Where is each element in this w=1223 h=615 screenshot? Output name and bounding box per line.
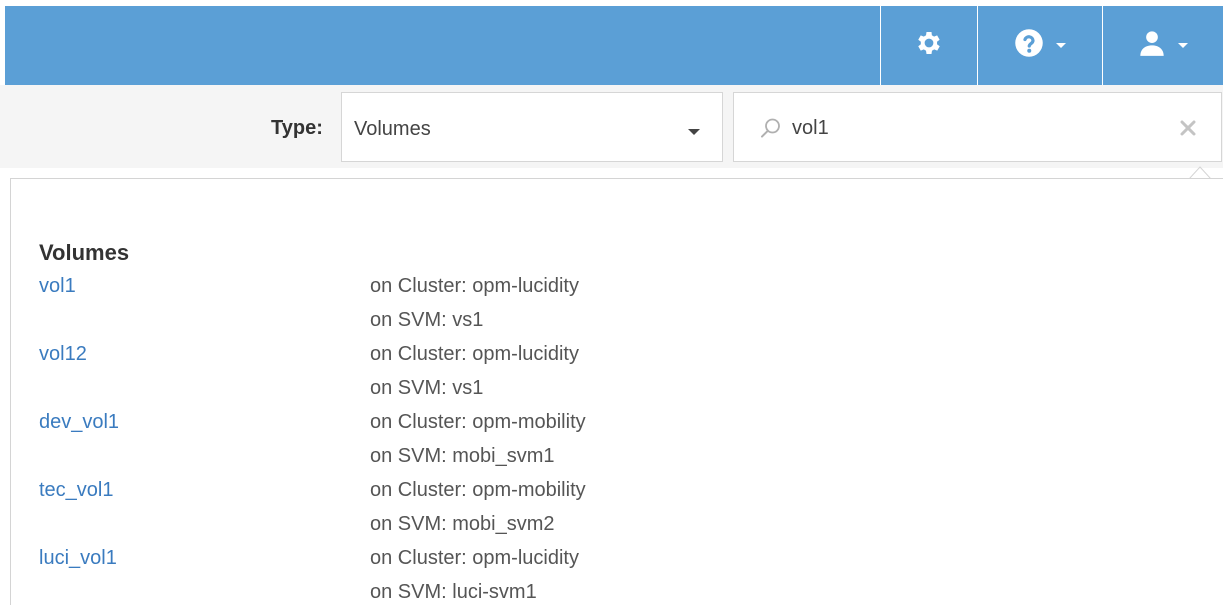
volume-link[interactable]: vol1	[39, 275, 76, 298]
results-section-title: Volumes	[39, 240, 130, 265]
cluster-text: on Cluster: opm-mobility	[370, 411, 586, 433]
results-list: vol1 on Cluster: opm-lucidity on SVM: vs…	[39, 275, 939, 615]
search-input[interactable]	[792, 113, 1152, 143]
search-filter-bar: Type: Volumes	[0, 85, 1223, 168]
chevron-down-icon	[1056, 43, 1066, 48]
list-item: tec_vol1 on Cluster: opm-mobility on SVM…	[39, 479, 939, 547]
svm-text: on SVM: mobi_svm1	[370, 445, 555, 467]
search-box	[733, 92, 1222, 162]
cluster-text: on Cluster: opm-lucidity	[370, 275, 579, 297]
svm-text: on SVM: mobi_svm2	[370, 513, 555, 535]
volume-link[interactable]: dev_vol1	[39, 411, 119, 434]
volume-link[interactable]: tec_vol1	[39, 479, 114, 502]
svm-text: on SVM: luci-svm1	[370, 581, 537, 603]
volume-link[interactable]: luci_vol1	[39, 547, 117, 570]
svm-text: on SVM: vs1	[370, 377, 484, 399]
chevron-down-icon	[688, 129, 700, 135]
cluster-text: on Cluster: opm-lucidity	[370, 343, 579, 365]
type-select-value: Volumes	[354, 118, 431, 140]
type-select[interactable]: Volumes	[341, 92, 723, 162]
top-navigation-bar	[5, 6, 1223, 85]
settings-button[interactable]	[880, 6, 977, 85]
search-results-panel: Volumes vol1 on Cluster: opm-lucidity on…	[10, 178, 1223, 605]
list-item: dev_vol1 on Cluster: opm-mobility on SVM…	[39, 411, 939, 479]
help-menu-button[interactable]	[977, 6, 1102, 85]
list-item: vol12 on Cluster: opm-lucidity on SVM: v…	[39, 343, 939, 411]
chevron-down-icon	[1178, 43, 1188, 48]
question-circle-icon	[1014, 28, 1044, 63]
close-icon[interactable]	[1179, 119, 1197, 142]
list-item: vol1 on Cluster: opm-lucidity on SVM: vs…	[39, 275, 939, 343]
volume-link[interactable]: vol12	[39, 343, 87, 366]
cluster-text: on Cluster: opm-lucidity	[370, 547, 579, 569]
svm-text: on SVM: vs1	[370, 309, 484, 331]
user-icon	[1138, 29, 1166, 62]
cluster-text: on Cluster: opm-mobility	[370, 479, 586, 501]
type-label: Type:	[271, 117, 323, 139]
user-menu-button[interactable]	[1102, 6, 1223, 85]
gear-icon	[914, 28, 944, 63]
search-icon	[760, 117, 782, 144]
